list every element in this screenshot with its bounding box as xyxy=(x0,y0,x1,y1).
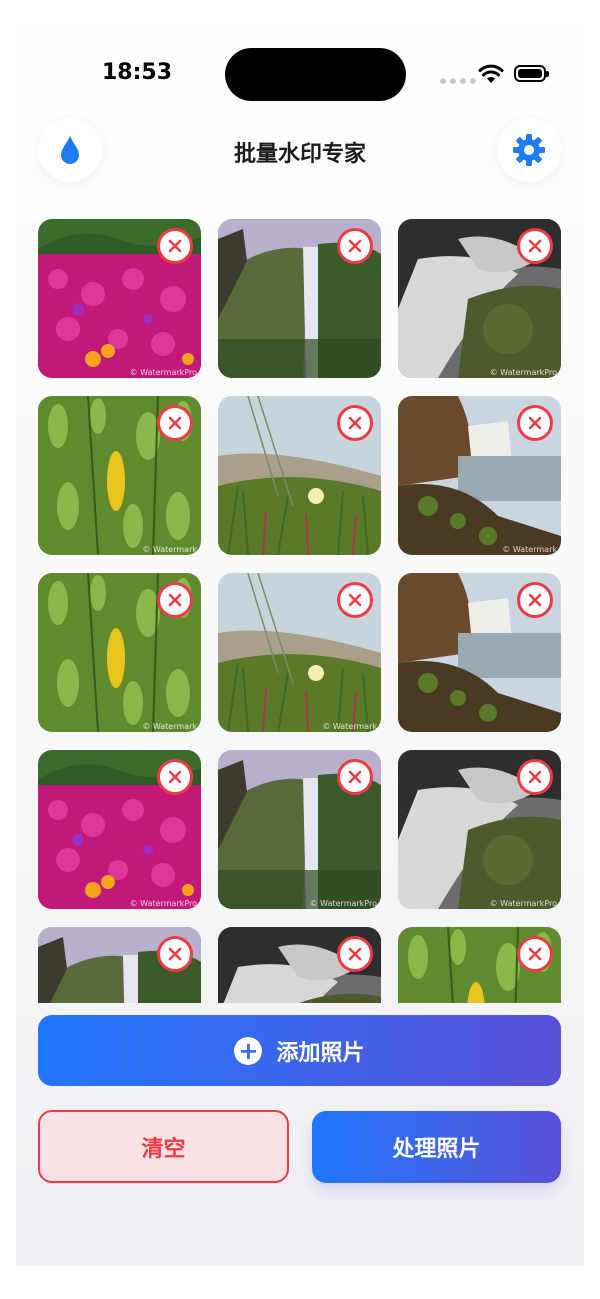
dynamic-island xyxy=(225,48,406,101)
remove-photo-button[interactable] xyxy=(337,936,373,972)
process-photos-button[interactable]: 处理照片 xyxy=(312,1111,561,1183)
photo-tile[interactable] xyxy=(218,927,381,1003)
watermark-text: © Watermark xyxy=(142,545,197,554)
photo-tile[interactable] xyxy=(38,927,201,1003)
remove-photo-button[interactable] xyxy=(157,936,193,972)
close-icon xyxy=(528,770,542,784)
remove-photo-button[interactable] xyxy=(337,582,373,618)
clear-button[interactable]: 清空 xyxy=(38,1110,289,1183)
process-label: 处理照片 xyxy=(392,1137,481,1162)
photo-tile[interactable] xyxy=(218,219,381,378)
photo-grid[interactable]: © WatermarkPro © WatermarkPro © Watermark ©… xyxy=(38,219,562,1003)
remove-photo-button[interactable] xyxy=(517,228,553,264)
remove-photo-button[interactable] xyxy=(517,405,553,441)
remove-photo-button[interactable] xyxy=(517,582,553,618)
close-icon xyxy=(528,416,542,430)
clear-label: 清空 xyxy=(141,1136,186,1162)
photo-tile[interactable]: © Watermark xyxy=(38,573,201,732)
photo-tile[interactable]: © WatermarkPro xyxy=(38,219,201,378)
close-icon xyxy=(348,416,362,430)
watermark-text: © WatermarkPro xyxy=(129,368,197,377)
remove-photo-button[interactable] xyxy=(517,759,553,795)
close-icon xyxy=(168,416,182,430)
add-photos-label: 添加照片 xyxy=(276,1040,365,1066)
plus-circle-icon: + xyxy=(234,1036,263,1065)
remove-photo-button[interactable] xyxy=(337,759,373,795)
watermark-text: © WatermarkPro xyxy=(309,899,377,908)
photo-tile[interactable] xyxy=(398,573,561,732)
close-icon xyxy=(528,593,542,607)
watermark-text: © Watermark xyxy=(502,545,557,554)
watermark-text: © WatermarkPro xyxy=(129,899,197,908)
photo-tile[interactable]: © Watermark xyxy=(38,396,201,555)
close-icon xyxy=(348,770,362,784)
remove-photo-button[interactable] xyxy=(517,936,553,972)
photo-tile[interactable]: © Watermark xyxy=(398,396,561,555)
close-icon xyxy=(348,593,362,607)
remove-photo-button[interactable] xyxy=(337,405,373,441)
photo-tile[interactable]: © WatermarkPro xyxy=(218,750,381,909)
close-icon xyxy=(348,947,362,961)
photo-tile[interactable] xyxy=(218,396,381,555)
close-icon xyxy=(528,239,542,253)
watermark-text: © Watermark xyxy=(142,722,197,731)
photo-tile[interactable]: © WatermarkPro xyxy=(38,750,201,909)
remove-photo-button[interactable] xyxy=(157,582,193,618)
wifi-icon xyxy=(478,64,504,83)
status-time: 18:53 xyxy=(102,60,173,85)
photo-tile[interactable]: © WatermarkPro xyxy=(398,750,561,909)
add-photos-button[interactable]: + 添加照片 xyxy=(38,1015,561,1086)
watermark-text: © WatermarkPro xyxy=(489,899,557,908)
photo-tile[interactable] xyxy=(398,927,561,1003)
close-icon xyxy=(168,593,182,607)
signal-icon xyxy=(440,78,476,84)
close-icon xyxy=(528,947,542,961)
close-icon xyxy=(348,239,362,253)
battery-icon xyxy=(514,65,549,82)
photo-tile[interactable]: © Watermark xyxy=(218,573,381,732)
close-icon xyxy=(168,239,182,253)
remove-photo-button[interactable] xyxy=(337,228,373,264)
settings-button[interactable] xyxy=(497,118,561,182)
watermark-text: © WatermarkPro xyxy=(489,368,557,377)
watermark-text: © Watermark xyxy=(322,722,377,731)
photo-tile[interactable]: © WatermarkPro xyxy=(398,219,561,378)
remove-photo-button[interactable] xyxy=(157,228,193,264)
remove-photo-button[interactable] xyxy=(157,759,193,795)
gear-icon xyxy=(513,134,545,166)
close-icon xyxy=(168,947,182,961)
close-icon xyxy=(168,770,182,784)
remove-photo-button[interactable] xyxy=(157,405,193,441)
